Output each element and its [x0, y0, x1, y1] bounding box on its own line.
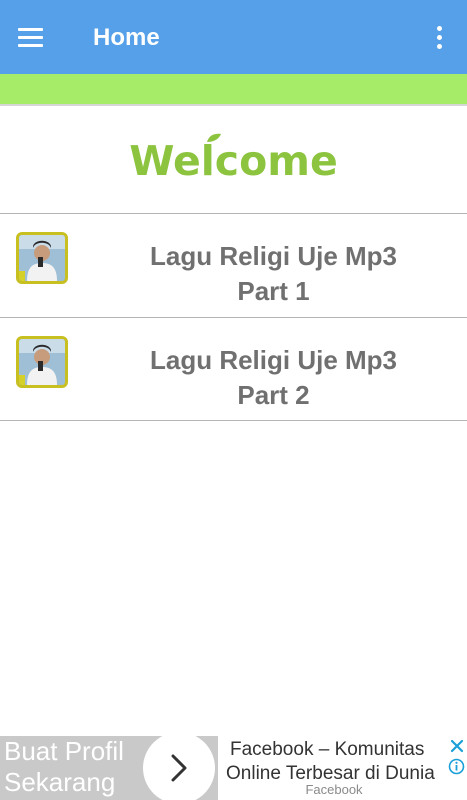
- list-item-subtitle: Part 1: [237, 276, 310, 306]
- welcome-logo: Welcome: [129, 133, 338, 186]
- ad-content: Facebook – Komunitas Online Terbesar di …: [218, 736, 450, 800]
- welcome-banner: Welcome: [0, 108, 467, 214]
- list-item-part-1[interactable]: Lagu Religi Uje Mp3 Part 1: [0, 213, 467, 317]
- app-screen: Home Welcome Lagu Religi Uje Mp3 Part 1 …: [0, 0, 467, 800]
- list-item-label: Lagu Religi Uje Mp3 Part 1: [80, 239, 467, 309]
- ad-source: Facebook: [305, 782, 363, 797]
- hamburger-menu-icon[interactable]: [12, 21, 48, 53]
- list-item-subtitle: Part 2: [237, 380, 310, 410]
- ad-cta-text: Buat Profil Sekarang: [4, 736, 124, 798]
- welcome-text: Welcome: [129, 137, 338, 185]
- page-title: Home: [93, 24, 160, 51]
- more-vert-icon[interactable]: [425, 20, 453, 54]
- list-item-part-2[interactable]: Lagu Religi Uje Mp3 Part 2: [0, 317, 467, 421]
- singer-thumbnail-icon: [16, 336, 68, 388]
- ad-cta-line1: Buat Profil: [4, 736, 124, 766]
- ad-banner[interactable]: Buat Profil Sekarang Facebook – Komunita…: [0, 736, 467, 800]
- app-toolbar: Home: [0, 0, 467, 74]
- list-item-title: Lagu Religi Uje Mp3: [149, 241, 398, 271]
- singer-thumbnail-icon: [16, 232, 68, 284]
- song-list: Lagu Religi Uje Mp3 Part 1 Lagu Religi U…: [0, 213, 467, 421]
- ad-cta-line2: Sekarang: [4, 767, 116, 797]
- list-item-label: Lagu Religi Uje Mp3 Part 2: [80, 343, 467, 413]
- info-icon[interactable]: [448, 758, 465, 775]
- close-icon[interactable]: [449, 738, 465, 754]
- accent-bar: [0, 74, 467, 106]
- ad-title: Facebook – Komunitas Online Terbesar di …: [226, 738, 435, 786]
- list-item-title: Lagu Religi Uje Mp3: [149, 345, 398, 375]
- leaf-icon: [207, 133, 222, 142]
- chevron-right-icon[interactable]: [143, 736, 215, 800]
- ad-title-line1: Facebook – Komunitas: [230, 739, 425, 760]
